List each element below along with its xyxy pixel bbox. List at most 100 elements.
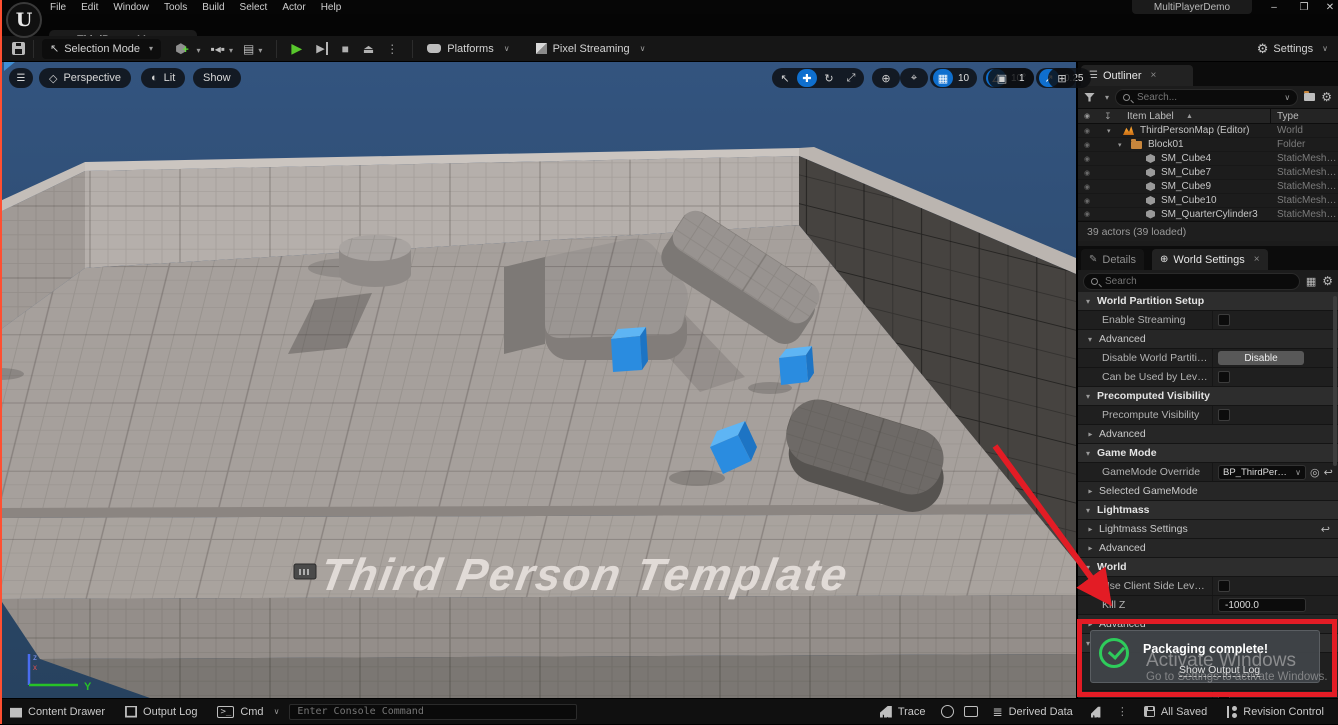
settings-search-input[interactable] (1103, 274, 1253, 288)
reset-icon[interactable]: ↩ (1321, 523, 1330, 536)
surface-snap-button[interactable]: ⌖ (900, 68, 928, 88)
viewport-options-button[interactable]: ☰ (9, 68, 33, 88)
column-item-label[interactable]: Item Label (1127, 111, 1174, 122)
create-folder-icon[interactable] (1304, 91, 1316, 101)
resource-monitor-icon[interactable] (1090, 706, 1101, 718)
derived-data-button[interactable]: ≣ Derived Data (983, 699, 1083, 725)
level-viewport[interactable]: Third Person Template Y z x ☰ ◇ Perspect… (0, 62, 1076, 698)
outliner-row-world[interactable]: ◉ ▾ ThirdPersonMap (Editor) World (1078, 124, 1338, 138)
eye-icon[interactable]: ◉ (1084, 141, 1090, 149)
cinematics-button[interactable]: ▤ ▾ (243, 41, 262, 56)
stop-button[interactable]: ■ (342, 42, 349, 56)
menu-edit[interactable]: Edit (81, 2, 98, 13)
tab-outliner[interactable]: ☰ Outliner × (1081, 65, 1193, 86)
eject-button[interactable]: ⏏ (363, 42, 374, 56)
subcategory-advanced[interactable]: ▾ Advanced (1078, 330, 1338, 349)
pin-column-icon[interactable]: ↧ (1104, 111, 1112, 122)
scale-tool[interactable]: ⤢ (841, 69, 861, 87)
client-streaming-checkbox[interactable] (1218, 580, 1230, 592)
insights-icon[interactable] (940, 705, 954, 718)
pixel-streaming-dropdown[interactable]: Pixel Streaming ∨ (535, 43, 645, 55)
content-drawer-button[interactable]: Content Drawer (0, 699, 115, 725)
column-type[interactable]: Type (1277, 111, 1299, 122)
subcategory-lightmass-settings[interactable]: ▾ Lightmass Settings ↩ (1078, 520, 1338, 539)
menu-build[interactable]: Build (202, 2, 224, 13)
outliner-settings-icon[interactable]: ⚙ (1321, 90, 1332, 104)
gamemode-dropdown[interactable]: BP_ThirdPersonG ∨ (1218, 464, 1306, 480)
maximize-viewport-button[interactable]: ⊞ (1048, 68, 1076, 88)
expand-caret-icon[interactable]: ▾ (1107, 127, 1111, 135)
eye-icon[interactable]: ◉ (1084, 155, 1090, 163)
menu-help[interactable]: Help (321, 2, 342, 13)
filter-icon[interactable] (1084, 92, 1095, 102)
move-tool[interactable]: ✚ (797, 69, 817, 87)
level-instance-checkbox[interactable] (1218, 371, 1230, 383)
menu-tools[interactable]: Tools (164, 2, 187, 13)
close-button[interactable]: ✕ (1318, 0, 1338, 14)
blueprints-button[interactable]: ▪◂▪ ▾ (211, 41, 234, 56)
category-world[interactable]: ▾ World (1078, 558, 1338, 577)
save-button[interactable] (12, 42, 25, 55)
outliner-search[interactable]: ∨ (1115, 88, 1299, 106)
lit-dropdown[interactable]: ◐ Lit (141, 68, 186, 88)
settings-gear-icon[interactable]: ⚙ (1322, 274, 1333, 288)
settings-scrollbar[interactable] (1333, 296, 1337, 466)
eye-icon[interactable]: ◉ (1084, 169, 1090, 177)
reset-icon[interactable]: ↩ (1324, 466, 1333, 479)
eye-icon[interactable]: ◉ (1084, 210, 1090, 218)
category-lightmass[interactable]: ▾ Lightmass (1078, 501, 1338, 520)
precompute-visibility-checkbox[interactable] (1218, 409, 1230, 421)
use-asset-icon[interactable]: ◎ (1310, 466, 1320, 479)
rotate-tool[interactable]: ↻ (819, 69, 839, 87)
eye-icon[interactable]: ◉ (1084, 197, 1090, 205)
outliner-row-folder[interactable]: ◉ ▾ Block01 Folder (1078, 138, 1338, 152)
add-actor-button[interactable]: ⬢+ ▾ (175, 41, 200, 57)
eye-column-icon[interactable]: ◉ (1084, 112, 1090, 120)
outliner-search-input[interactable] (1135, 90, 1256, 104)
menu-file[interactable]: File (50, 2, 66, 13)
trace-button[interactable]: Trace (870, 699, 936, 725)
minimize-button[interactable]: – (1262, 0, 1286, 14)
outliner-row-mesh[interactable]: ◉ SM_QuarterCylinder3 StaticMeshAct (1078, 208, 1338, 221)
outliner-row-mesh[interactable]: ◉ SM_Cube7 StaticMeshAct (1078, 166, 1338, 180)
close-icon[interactable]: × (1151, 70, 1157, 81)
snapshot-icon[interactable] (963, 706, 978, 717)
display-options-icon[interactable]: ▦ (1306, 275, 1316, 288)
world-space-button[interactable]: ⊕ (872, 68, 900, 88)
select-tool[interactable]: ↖ (775, 69, 795, 87)
disable-button[interactable]: Disable (1218, 351, 1304, 365)
restore-button[interactable]: ❐ (1292, 0, 1316, 14)
menu-actor[interactable]: Actor (282, 2, 305, 13)
outliner-row-mesh[interactable]: ◉ SM_Cube4 StaticMeshAct (1078, 152, 1338, 166)
play-options-dots[interactable]: ⋮ (386, 42, 398, 56)
more-dots-icon[interactable]: ⋮ (1117, 705, 1128, 718)
close-icon[interactable]: × (1254, 254, 1260, 265)
perspective-dropdown[interactable]: ◇ Perspective (39, 68, 131, 88)
selection-mode-dropdown[interactable]: ↖ Selection Mode ▾ (42, 38, 162, 59)
cmd-dropdown[interactable]: >_ Cmd ∨ (207, 699, 289, 725)
all-saved-button[interactable]: All Saved (1134, 699, 1217, 725)
grid-snap-group[interactable]: ▦ 10 (930, 68, 978, 88)
outliner-row-mesh[interactable]: ◉ SM_Cube10 StaticMeshAct (1078, 194, 1338, 208)
skip-frame-button[interactable]: ▶ (316, 42, 328, 55)
menu-window[interactable]: Window (113, 2, 149, 13)
subcategory-advanced[interactable]: ▾ Advanced (1078, 425, 1338, 444)
category-world-partition[interactable]: ▾ World Partition Setup (1078, 292, 1338, 311)
category-precomputed-visibility[interactable]: ▾ Precomputed Visibility (1078, 387, 1338, 406)
play-button[interactable]: ▶ (291, 40, 302, 57)
kill-z-field[interactable]: -1000.0 (1218, 598, 1306, 612)
expand-caret-icon[interactable]: ▾ (1118, 141, 1122, 149)
subcategory-advanced[interactable]: ▾ Advanced (1078, 539, 1338, 558)
unreal-logo[interactable]: U (6, 2, 42, 38)
settings-dropdown[interactable]: ⚙ Settings ∨ (1257, 41, 1328, 57)
platforms-dropdown[interactable]: Platforms ∨ (427, 43, 510, 55)
output-log-button[interactable]: Output Log (115, 699, 207, 725)
revision-control-button[interactable]: Revision Control (1217, 699, 1334, 725)
settings-search[interactable] (1083, 272, 1300, 290)
eye-icon[interactable]: ◉ (1084, 183, 1090, 191)
outliner-row-mesh[interactable]: ◉ SM_Cube9 StaticMeshAct (1078, 180, 1338, 194)
tab-details[interactable]: ✎ Details (1081, 249, 1145, 270)
enable-streaming-checkbox[interactable] (1218, 314, 1230, 326)
console-command-input[interactable] (289, 703, 578, 720)
show-dropdown[interactable]: Show (193, 68, 241, 88)
